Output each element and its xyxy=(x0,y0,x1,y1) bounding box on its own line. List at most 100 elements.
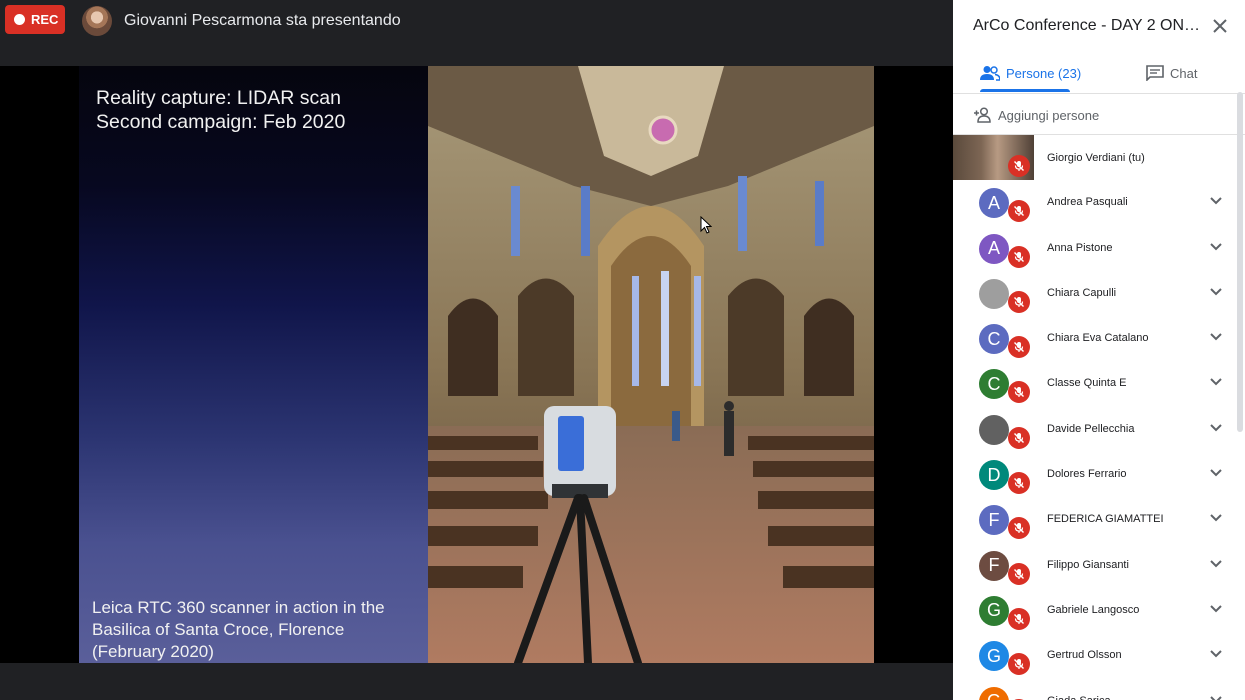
presenter-avatar xyxy=(82,6,112,36)
mic-off-icon xyxy=(1014,296,1024,307)
mic-off-icon xyxy=(1014,478,1024,489)
slide-title: Reality capture: LIDAR scan Second campa… xyxy=(96,86,345,134)
avatar: D xyxy=(979,460,1009,491)
muted-indicator xyxy=(1008,336,1030,359)
avatar: F xyxy=(979,505,1009,536)
participant-name: Filippo Giansanti xyxy=(1047,558,1129,571)
avatar xyxy=(979,414,1009,445)
participant-row[interactable]: C Chiara Eva Catalano xyxy=(953,316,1237,361)
meeting-title: ArCo Conference - DAY 2 ONLIN... xyxy=(973,17,1203,34)
muted-indicator xyxy=(1008,245,1030,268)
participant-row[interactable]: A Andrea Pasquali xyxy=(953,180,1237,225)
mic-off-icon xyxy=(1014,659,1024,670)
chat-icon xyxy=(1146,65,1164,81)
participant-row[interactable]: Giorgio Verdiani (tu) xyxy=(953,135,1237,180)
muted-indicator xyxy=(1008,607,1030,630)
participant-name: Chiara Eva Catalano xyxy=(1047,332,1149,345)
mic-off-icon xyxy=(1014,342,1024,353)
tab-chat[interactable]: Chat xyxy=(1146,52,1197,94)
presentation-stage: Reality capture: LIDAR scan Second campa… xyxy=(0,66,953,663)
participant-name: Chiara Capulli xyxy=(1047,286,1117,299)
muted-indicator xyxy=(1008,426,1030,449)
participant-name: Davide Pellecchia xyxy=(1047,422,1135,435)
mic-off-icon xyxy=(1014,206,1024,217)
avatar: C xyxy=(979,369,1009,400)
participant-name: Anna Pistone xyxy=(1047,241,1113,254)
participants-panel: ArCo Conference - DAY 2 ONLIN... Persone… xyxy=(953,0,1245,700)
participant-row[interactable]: G Giada Sarica xyxy=(953,679,1237,700)
participant-row[interactable]: Davide Pellecchia xyxy=(953,407,1237,452)
participant-name: Giada Sarica xyxy=(1047,695,1111,700)
mic-off-icon xyxy=(1014,161,1024,171)
avatar: C xyxy=(979,324,1009,355)
avatar: G xyxy=(979,686,1009,700)
slide-text-panel: Reality capture: LIDAR scan Second campa… xyxy=(79,66,428,663)
slide-caption: Leica RTC 360 scanner in action in the B… xyxy=(92,598,385,661)
participant-name: FEDERICA GIAMATTEI xyxy=(1047,513,1164,526)
muted-indicator xyxy=(1008,381,1030,404)
muted-indicator xyxy=(1008,155,1030,177)
chevron-down-icon[interactable] xyxy=(1209,649,1223,659)
chevron-down-icon[interactable] xyxy=(1209,604,1223,614)
tab-chat-label: Chat xyxy=(1170,65,1198,81)
presenter-status: Giovanni Pescarmona sta presentando xyxy=(124,12,401,29)
tab-people[interactable]: Persone (23) xyxy=(980,52,1081,94)
avatar: G xyxy=(979,595,1009,626)
mic-off-icon xyxy=(1014,387,1024,398)
participant-row[interactable]: F FEDERICA GIAMATTEI xyxy=(953,497,1237,542)
muted-indicator xyxy=(1008,200,1030,223)
avatar: F xyxy=(979,550,1009,581)
mic-off-icon xyxy=(1014,613,1024,624)
scrollbar[interactable] xyxy=(1237,92,1243,432)
mouse-cursor-icon xyxy=(700,216,712,234)
mic-off-icon xyxy=(1014,251,1024,262)
participant-row[interactable]: Chiara Capulli xyxy=(953,271,1237,316)
people-icon xyxy=(980,66,1000,81)
participant-name: Classe Quinta E xyxy=(1047,377,1127,390)
avatar: G xyxy=(979,641,1009,672)
participant-row[interactable]: F Filippo Giansanti xyxy=(953,543,1237,588)
muted-indicator xyxy=(1008,517,1030,540)
participant-row[interactable]: G Gabriele Langosco xyxy=(953,588,1237,633)
chevron-down-icon[interactable] xyxy=(1209,242,1223,252)
chevron-down-icon[interactable] xyxy=(1209,196,1223,206)
mic-off-icon xyxy=(1014,523,1024,534)
participant-row[interactable]: G Gertrud Olsson xyxy=(953,633,1237,678)
muted-indicator xyxy=(1008,562,1030,585)
participant-name: Andrea Pasquali xyxy=(1047,196,1128,209)
panel-tabs: Persone (23) Chat xyxy=(953,52,1245,94)
chevron-down-icon[interactable] xyxy=(1209,559,1223,569)
chevron-down-icon[interactable] xyxy=(1209,377,1223,387)
mic-off-icon xyxy=(1014,568,1024,579)
mic-off-icon xyxy=(1014,432,1024,443)
participant-name: Gertrud Olsson xyxy=(1047,649,1122,662)
chevron-down-icon[interactable] xyxy=(1209,332,1223,342)
slide-title-line-1: Reality capture: LIDAR scan xyxy=(96,87,341,109)
active-tab-indicator xyxy=(980,89,1070,92)
participant-row[interactable]: A Anna Pistone xyxy=(953,226,1237,271)
avatar xyxy=(979,278,1009,309)
participant-row[interactable]: D Dolores Ferrario xyxy=(953,452,1237,497)
chevron-down-icon[interactable] xyxy=(1209,468,1223,478)
close-icon[interactable] xyxy=(1211,17,1229,35)
participant-row[interactable]: C Classe Quinta E xyxy=(953,361,1237,406)
bottom-bar xyxy=(0,663,953,700)
participant-list: Giorgio Verdiani (tu) A Andrea Pasquali A An… xyxy=(953,135,1237,700)
participant-name: Giorgio Verdiani (tu) xyxy=(1047,152,1145,164)
chevron-down-icon[interactable] xyxy=(1209,695,1223,700)
chevron-down-icon[interactable] xyxy=(1209,287,1223,297)
recording-badge: REC xyxy=(5,5,65,34)
add-people-label: Aggiungi persone xyxy=(998,107,1100,123)
chevron-down-icon[interactable] xyxy=(1209,423,1223,433)
participant-name: Dolores Ferrario xyxy=(1047,468,1127,481)
slide-title-line-2: Second campaign: Feb 2020 xyxy=(96,111,346,133)
participant-name: Gabriele Langosco xyxy=(1047,603,1140,616)
chevron-down-icon[interactable] xyxy=(1209,513,1223,523)
add-person-icon xyxy=(974,107,991,123)
avatar: A xyxy=(979,188,1009,219)
muted-indicator xyxy=(1008,290,1030,313)
add-people-button[interactable]: Aggiungi persone xyxy=(973,96,1099,134)
muted-indicator xyxy=(1008,653,1030,676)
tab-people-label: Persone (23) xyxy=(1006,65,1082,81)
record-dot-icon xyxy=(14,14,25,25)
